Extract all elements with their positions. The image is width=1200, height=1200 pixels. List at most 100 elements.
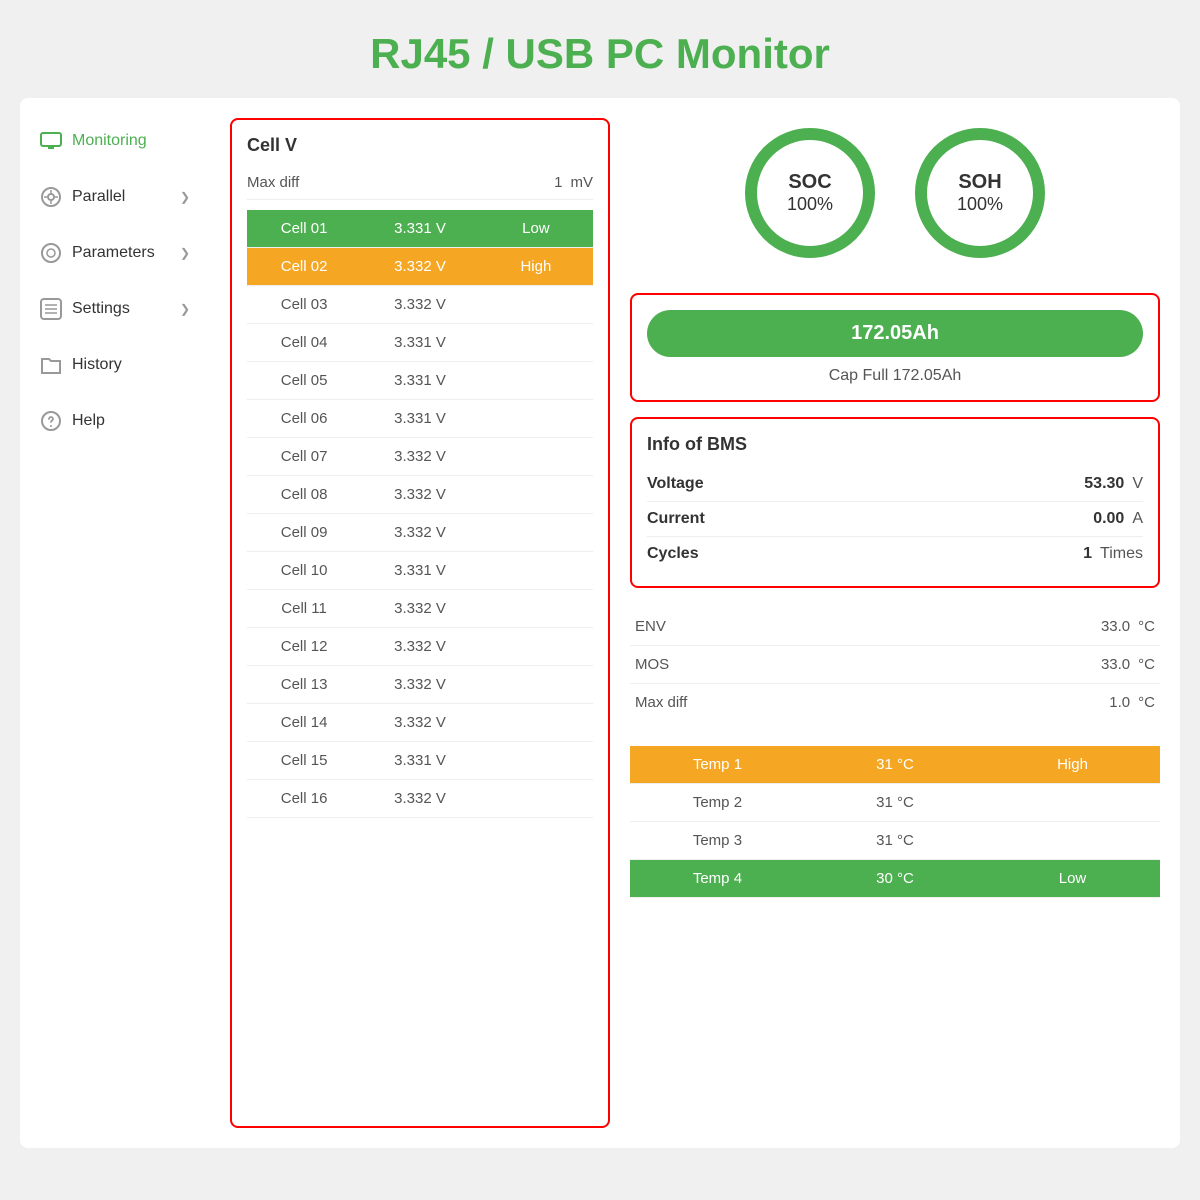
cell-label — [479, 295, 593, 315]
right-panel: SOC 100% SOH 100% 172.05Ah Cap Full 172.… — [630, 118, 1160, 1128]
cell-voltage: 3.332 V — [361, 476, 479, 513]
cell-label — [479, 333, 593, 353]
temp-name: Temp 1 — [630, 746, 805, 783]
bms-row: Voltage 53.30 V — [647, 467, 1143, 502]
env-section: ENV 33.0 °C MOS 33.0 °C Max diff 1.0 °C — [630, 603, 1160, 726]
sidebar-label-parameters: Parameters — [72, 244, 155, 262]
cell-name: Cell 06 — [247, 400, 361, 437]
bms-panel: Info of BMS Voltage 53.30 V Current 0.00… — [630, 417, 1160, 588]
chevron-down-icon-3: ❯ — [180, 302, 190, 316]
table-row: Cell 07 3.332 V — [247, 438, 593, 476]
content-area: Cell V Max diff 1 mV Cell 01 3.331 V Low… — [210, 98, 1180, 1148]
cap-full-label: Cap Full — [829, 367, 889, 384]
cell-voltage: 3.332 V — [361, 248, 479, 285]
cap-full-text: Cap Full 172.05Ah — [647, 367, 1143, 385]
cell-name: Cell 12 — [247, 628, 361, 665]
temp-value: 30 °C — [805, 860, 985, 897]
page-title: RJ45 / USB PC Monitor — [0, 0, 1200, 98]
capacity-panel: 172.05Ah Cap Full 172.05Ah — [630, 293, 1160, 402]
help-icon — [40, 410, 62, 432]
table-row: Cell 08 3.332 V — [247, 476, 593, 514]
temp-row: Temp 3 31 °C — [630, 822, 1160, 860]
cell-voltage: 3.332 V — [361, 438, 479, 475]
temp-name: Temp 4 — [630, 860, 805, 897]
cell-label — [479, 675, 593, 695]
table-row: Cell 10 3.331 V — [247, 552, 593, 590]
temp-name: Temp 2 — [630, 784, 805, 821]
cell-voltage: 3.331 V — [361, 362, 479, 399]
max-diff-row: Max diff 1 mV — [247, 166, 593, 200]
sidebar-item-parallel[interactable]: Parallel ❯ — [30, 174, 200, 220]
cell-rows-container: Cell 01 3.331 V Low Cell 02 3.332 V High… — [247, 210, 593, 818]
bms-row: Current 0.00 A — [647, 502, 1143, 537]
cell-name: Cell 02 — [247, 248, 361, 285]
sidebar-label-monitoring: Monitoring — [72, 132, 147, 150]
cell-name: Cell 01 — [247, 210, 361, 247]
table-row: Cell 06 3.331 V — [247, 400, 593, 438]
soc-label: SOC — [788, 171, 831, 194]
env-row-label: ENV — [635, 618, 666, 635]
cell-label — [479, 561, 593, 581]
cell-voltage: 3.331 V — [361, 742, 479, 779]
temp-row: Temp 4 30 °C Low — [630, 860, 1160, 898]
settings-icon — [40, 298, 62, 320]
cell-label — [479, 637, 593, 657]
temp-name: Temp 3 — [630, 822, 805, 859]
env-row: ENV 33.0 °C — [630, 608, 1160, 646]
sidebar: Monitoring Parallel ❯ — [20, 98, 210, 1148]
cell-label — [479, 599, 593, 619]
env-row-label: Max diff — [635, 694, 687, 711]
cell-voltage: 3.332 V — [361, 590, 479, 627]
cell-label — [479, 713, 593, 733]
max-diff-value: 1 — [554, 174, 562, 191]
env-rows-container: ENV 33.0 °C MOS 33.0 °C Max diff 1.0 °C — [630, 608, 1160, 721]
bms-row-label: Current — [647, 510, 705, 528]
parameters-icon — [40, 242, 62, 264]
table-row: Cell 05 3.331 V — [247, 362, 593, 400]
sidebar-label-history: History — [72, 356, 122, 374]
soh-label: SOH — [958, 171, 1001, 194]
sidebar-item-monitoring[interactable]: Monitoring — [30, 118, 200, 164]
circles-row: SOC 100% SOH 100% — [630, 118, 1160, 278]
env-row-unit: °C — [1138, 656, 1155, 673]
table-row: Cell 13 3.332 V — [247, 666, 593, 704]
cell-label: Low — [479, 210, 593, 247]
sidebar-label-help: Help — [72, 412, 105, 430]
table-row: Cell 12 3.332 V — [247, 628, 593, 666]
bms-row-unit: V — [1132, 475, 1143, 493]
cap-full-value: 172.05Ah — [893, 367, 962, 384]
cell-label — [479, 485, 593, 505]
max-diff-unit: mV — [571, 174, 594, 191]
env-row-unit: °C — [1138, 694, 1155, 711]
env-row: MOS 33.0 °C — [630, 646, 1160, 684]
env-row-value: 33.0 — [1101, 618, 1130, 635]
table-row: Cell 04 3.331 V — [247, 324, 593, 362]
monitor-icon — [40, 130, 62, 152]
bms-row-label: Cycles — [647, 545, 699, 563]
soc-gauge: SOC 100% — [745, 128, 875, 258]
cell-name: Cell 05 — [247, 362, 361, 399]
cell-label: High — [479, 248, 593, 285]
cell-panel: Cell V Max diff 1 mV Cell 01 3.331 V Low… — [230, 118, 610, 1128]
temp-value: 31 °C — [805, 746, 985, 783]
cell-name: Cell 07 — [247, 438, 361, 475]
sidebar-item-history[interactable]: History — [30, 342, 200, 388]
cell-name: Cell 08 — [247, 476, 361, 513]
sidebar-item-help[interactable]: Help — [30, 398, 200, 444]
sidebar-item-settings[interactable]: Settings ❯ — [30, 286, 200, 332]
sidebar-item-parameters[interactable]: Parameters ❯ — [30, 230, 200, 276]
cell-panel-title: Cell V — [247, 135, 593, 156]
env-row-unit: °C — [1138, 618, 1155, 635]
env-row-value: 1.0 — [1109, 694, 1130, 711]
table-row: Cell 01 3.331 V Low — [247, 210, 593, 248]
cell-name: Cell 09 — [247, 514, 361, 551]
env-row: Max diff 1.0 °C — [630, 684, 1160, 721]
temp-label: Low — [985, 860, 1160, 897]
table-row: Cell 15 3.331 V — [247, 742, 593, 780]
cell-name: Cell 10 — [247, 552, 361, 589]
bms-row: Cycles 1 Times — [647, 537, 1143, 571]
cell-label — [479, 447, 593, 467]
temp-section: Temp 1 31 °C High Temp 2 31 °C Temp 3 31… — [630, 746, 1160, 898]
soc-container: SOC 100% — [745, 128, 875, 258]
temp-value: 31 °C — [805, 822, 985, 859]
